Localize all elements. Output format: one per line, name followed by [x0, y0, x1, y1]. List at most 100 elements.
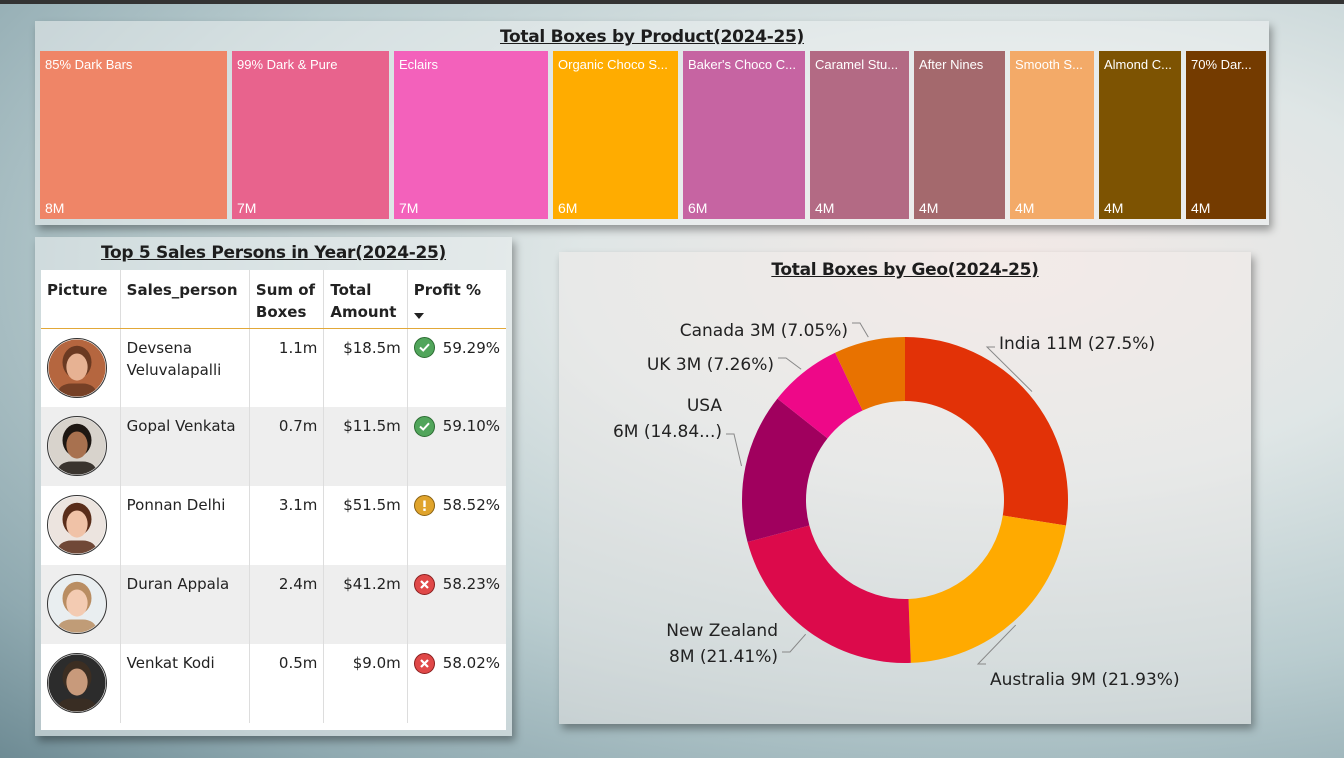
- treemap-tile-label: Organic Choco S...: [558, 57, 668, 72]
- person-avatar-icon: [47, 337, 107, 398]
- sales-table-panel: Top 5 Sales Persons in Year(2024-25) Pic…: [35, 237, 512, 736]
- donut-slice-australia[interactable]: [908, 515, 1066, 663]
- treemap-panel: Total Boxes by Product(2024-25) 85% Dark…: [35, 21, 1269, 225]
- donut-leader-line: [852, 322, 869, 338]
- donut-data-label: Australia 9M (21.93%): [990, 670, 1180, 690]
- check-circle-icon: [413, 337, 435, 358]
- treemap-tile-label: After Nines: [919, 57, 984, 72]
- treemap-tile[interactable]: 70% Dar... 4M: [1186, 51, 1266, 219]
- picture-cell: [41, 407, 121, 486]
- profit-value: 58.02%: [442, 654, 500, 672]
- treemap-tile-label: 99% Dark & Pure: [237, 57, 338, 72]
- person-avatar-icon: [47, 495, 107, 555]
- column-header-picture[interactable]: Picture: [41, 270, 121, 329]
- person-avatar-icon: [47, 653, 107, 713]
- donut-data-label: New Zealand: [666, 621, 778, 641]
- treemap-tile[interactable]: 85% Dark Bars 8M: [40, 51, 227, 219]
- amount-cell: $51.5m: [323, 486, 408, 565]
- treemap-tile-value: 4M: [1104, 200, 1124, 216]
- donut-leader-line: [782, 633, 807, 653]
- boxes-cell: 0.5m: [249, 644, 325, 723]
- table-row[interactable]: Devsena Veluvalapalli 1.1m $18.5m 59.29%: [41, 328, 506, 407]
- table-header-row: Picture Sales_person Sum of Boxes Total …: [41, 270, 506, 329]
- table-row[interactable]: Gopal Venkata 0.7m $11.5m 59.10%: [41, 407, 506, 486]
- column-header-amount[interactable]: Total Amount: [323, 270, 408, 329]
- donut-data-label: UK 3M (7.26%): [647, 355, 774, 375]
- treemap-tile-label: Eclairs: [399, 57, 439, 72]
- person-avatar-icon: [47, 416, 107, 476]
- donut-panel: Total Boxes by Geo(2024-25) India 11M (2…: [559, 252, 1251, 724]
- treemap-tile-value: 7M: [399, 200, 419, 216]
- donut-data-label: India 11M (27.5%): [999, 334, 1155, 354]
- table-row[interactable]: Venkat Kodi 0.5m $9.0m 58.02%: [41, 644, 506, 723]
- person-avatar-icon: [47, 574, 107, 634]
- sales-person-cell: Gopal Venkata: [120, 407, 250, 486]
- column-header-sales-person[interactable]: Sales_person: [120, 270, 250, 329]
- profit-value: 59.29%: [442, 338, 500, 357]
- amount-cell: $9.0m: [323, 644, 408, 723]
- treemap-tile-value: 4M: [1015, 200, 1035, 216]
- picture-cell: [41, 565, 121, 644]
- treemap-tile-value: 4M: [1191, 200, 1211, 216]
- table-row[interactable]: Duran Appala 2.4m $41.2m 58.23%: [41, 565, 506, 644]
- picture-cell: [41, 486, 121, 565]
- donut-data-label: Canada 3M (7.05%): [680, 321, 848, 341]
- profit-cell: 58.02%: [407, 644, 506, 723]
- sort-descending-icon[interactable]: [413, 313, 424, 319]
- treemap-tile[interactable]: Almond C... 4M: [1099, 51, 1181, 219]
- donut-data-label: 8M (21.41%): [669, 647, 778, 667]
- sales-person-cell: Ponnan Delhi: [120, 486, 250, 565]
- donut-slice-india[interactable]: [905, 337, 1068, 526]
- donut-data-label: 6M (14.84...): [613, 422, 722, 442]
- warning-circle-icon: [413, 494, 435, 516]
- treemap-tile-label: 70% Dar...: [1191, 57, 1252, 72]
- donut-leader-line: [726, 433, 742, 467]
- treemap-chart: 85% Dark Bars 8M 99% Dark & Pure 7M Eclairs 7…: [40, 51, 1266, 223]
- picture-cell: [41, 328, 121, 407]
- amount-cell: $18.5m: [323, 328, 408, 407]
- profit-value: 59.10%: [442, 417, 500, 435]
- table-row[interactable]: Ponnan Delhi 3.1m $51.5m 58.52%: [41, 486, 506, 565]
- error-circle-icon: [413, 573, 435, 595]
- treemap-tile-label: Baker's Choco C...: [688, 57, 796, 72]
- treemap-tile-label: Smooth S...: [1015, 57, 1083, 72]
- profit-value: 58.52%: [442, 496, 500, 514]
- picture-cell: [41, 644, 121, 723]
- sales-person-cell: Venkat Kodi: [120, 644, 250, 723]
- treemap-tile-value: 4M: [919, 200, 939, 216]
- profit-cell: 58.23%: [407, 565, 506, 644]
- sales-table-title: Top 5 Sales Persons in Year(2024-25): [100, 243, 447, 263]
- amount-cell: $41.2m: [323, 565, 408, 644]
- treemap-tile-label: 85% Dark Bars: [45, 57, 133, 72]
- treemap-tile[interactable]: Organic Choco S... 6M: [553, 51, 678, 219]
- treemap-tile-value: 7M: [237, 200, 257, 216]
- column-header-profit[interactable]: Profit %: [407, 270, 506, 329]
- check-circle-icon: [413, 415, 435, 437]
- boxes-cell: 3.1m: [249, 486, 325, 565]
- sales-table: Picture Sales_person Sum of Boxes Total …: [41, 270, 506, 730]
- profit-header-label: Profit %: [413, 281, 482, 299]
- profit-cell: 58.52%: [407, 486, 506, 565]
- treemap-tile-value: 8M: [45, 200, 65, 216]
- donut-chart: India 11M (27.5%) Australia 9M (21.93%) Ne…: [613, 321, 1180, 690]
- treemap-tile[interactable]: Eclairs 7M: [394, 51, 548, 219]
- column-header-boxes[interactable]: Sum of Boxes: [249, 270, 325, 329]
- treemap-tile-label: Almond C...: [1104, 57, 1172, 72]
- treemap-tile[interactable]: Smooth S... 4M: [1010, 51, 1094, 219]
- treemap-tile-value: 6M: [688, 200, 708, 216]
- treemap-tile[interactable]: After Nines 4M: [914, 51, 1005, 219]
- donut-leader-line: [778, 357, 802, 370]
- treemap-tile[interactable]: Caramel Stu... 4M: [810, 51, 909, 219]
- amount-cell: $11.5m: [323, 407, 408, 486]
- profit-value: 58.23%: [442, 575, 500, 593]
- top-bar: [0, 0, 1344, 4]
- profit-cell: 59.10%: [407, 407, 506, 486]
- treemap-title: Total Boxes by Product(2024-25): [500, 27, 804, 47]
- sales-person-cell: Duran Appala: [120, 565, 250, 644]
- treemap-tile[interactable]: 99% Dark & Pure 7M: [232, 51, 389, 219]
- profit-cell: 59.29%: [407, 328, 506, 407]
- treemap-tile[interactable]: Baker's Choco C... 6M: [683, 51, 805, 219]
- sales-person-cell: Devsena Veluvalapalli: [120, 328, 250, 407]
- treemap-tile-value: 6M: [558, 200, 578, 216]
- donut-slice-new-zealand[interactable]: [747, 525, 911, 663]
